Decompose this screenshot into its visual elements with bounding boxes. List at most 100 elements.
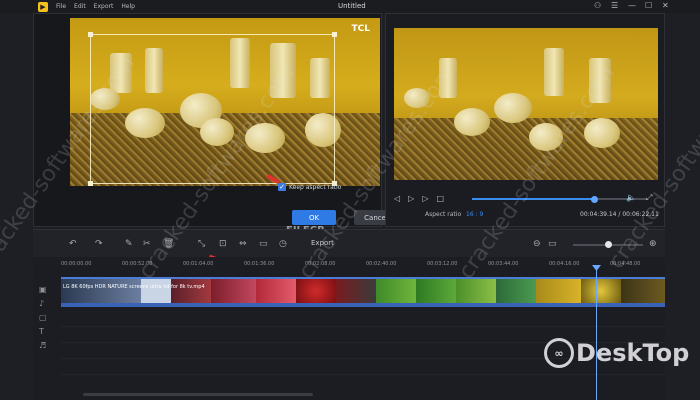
clip-thumbnail (336, 279, 376, 303)
stop-icon[interactable]: □ (436, 194, 444, 203)
crop-handle-bottom-left[interactable] (88, 181, 93, 186)
yarn-ball (494, 93, 532, 123)
redo-icon[interactable]: ↷ (95, 239, 103, 249)
seek-progress-fill (472, 198, 595, 200)
fullscreen-icon[interactable]: ⤢ (646, 193, 652, 203)
crop-icon[interactable]: ⤡ (198, 239, 205, 249)
clip-thumbnail (536, 279, 581, 303)
ruler-tick: 00:00:52.00 (122, 261, 153, 267)
prev-frame-icon[interactable]: ◁ (394, 194, 400, 203)
overlay-track-icon: ▢ (39, 313, 47, 322)
player-controls: ◁ ▷ ▷ □ 🔈 ⤢ (394, 191, 658, 205)
keep-aspect-label: Keep aspect ratio (289, 183, 342, 191)
close-icon[interactable]: ✕ (662, 1, 669, 10)
delete-icon[interactable]: 🗑 (163, 239, 174, 249)
split-icon[interactable]: ⇔ (239, 239, 247, 249)
play-icon[interactable]: ▷ (408, 194, 414, 203)
maximize-icon[interactable]: ☐ (645, 1, 652, 10)
export-button[interactable]: Export (311, 239, 334, 247)
app-window: ▶ File Edit Export Help Untitled ⚇ ☰ — ☐… (0, 0, 700, 400)
duration-icon[interactable]: ◷ (279, 239, 287, 249)
ruler-tick: 00:01:04.00 (183, 261, 214, 267)
aspect-ratio-label: Aspect ratio (425, 211, 462, 218)
clip-thumbnail (376, 279, 416, 303)
crop-editor-panel: TCL ✓ Keep aspect ratio OK Cancel FILECR (33, 13, 398, 236)
clip-thumbnail (621, 279, 665, 303)
window-title: Untitled (338, 2, 366, 10)
empty-track[interactable] (61, 311, 665, 327)
fit-icon[interactable]: ▭ (548, 239, 557, 249)
zoom-in-icon[interactable]: ⊕ (649, 239, 657, 249)
ok-button[interactable]: OK (292, 210, 336, 225)
freeze-frame-icon[interactable]: ▭ (259, 239, 268, 249)
ruler-tick: 00:02:40.00 (366, 261, 397, 267)
track-icons: ▣ ♪ ▢ T ♬ (39, 285, 57, 355)
clip-thumbnail (581, 279, 621, 303)
account-icon[interactable]: ⚇ (594, 1, 601, 10)
time-readout: 00:04:39.14 / 00:06:22.11 (580, 211, 659, 218)
menu-export[interactable]: Export (94, 3, 114, 10)
clip-thumbnail (141, 279, 171, 303)
menu-help[interactable]: Help (121, 3, 135, 10)
brand-watermark-text: DeskTop (576, 339, 690, 367)
volume-icon[interactable]: 🔈 (626, 193, 636, 202)
ruler-tick: 00:04:16.00 (549, 261, 580, 267)
undo-icon[interactable]: ↶ (69, 239, 77, 249)
zoom-out-icon[interactable]: ⊖ (533, 239, 541, 249)
ruler-tick: 00:04:48.00 (610, 261, 641, 267)
clip-thumbnail (456, 279, 496, 303)
yarn-ball (454, 108, 490, 136)
crop-handle-top-left[interactable] (88, 32, 93, 37)
menu-edit[interactable]: Edit (74, 3, 86, 10)
tcl-badge: TCL (351, 24, 370, 34)
music-track-icon: ♬ (39, 341, 47, 350)
crop-handle-top-right[interactable] (332, 32, 337, 37)
clip-label: LG 8K 60fps HDR NATURE screens ultra hd … (63, 284, 205, 290)
cut-icon[interactable]: ✂ (143, 239, 151, 249)
audio-track-icon: ♪ (39, 299, 45, 308)
text-track-icon: T (39, 327, 44, 336)
video-clip[interactable]: LG 8K 60fps HDR NATURE screens ultra hd … (61, 277, 665, 303)
preview-panel: ◁ ▷ ▷ □ 🔈 ⤢ (385, 13, 665, 227)
ruler-tick: 00:01:36.00 (244, 261, 275, 267)
video-track-icon: ▣ (39, 285, 47, 294)
minimize-icon[interactable]: — (628, 1, 636, 10)
spool-shape (544, 48, 564, 96)
checkbox-check-icon: ✓ (278, 183, 286, 191)
clip-thumbnail (296, 279, 336, 303)
clip-thumbnail (496, 279, 536, 303)
yarn-ball (584, 118, 620, 148)
keep-aspect-checkbox[interactable]: ✓ Keep aspect ratio (278, 183, 341, 191)
crop-frame[interactable] (88, 32, 337, 186)
aspect-ratio-select[interactable]: 16 : 9 (466, 211, 483, 218)
preview-video-frame (394, 28, 658, 180)
clip-thumbnail (416, 279, 456, 303)
seek-bar[interactable] (472, 195, 647, 203)
ruler-tick: 00:00:00.00 (61, 261, 92, 267)
menu-file[interactable]: File (56, 3, 66, 10)
next-frame-icon[interactable]: ▷ (422, 194, 428, 203)
brand-watermark: ∞ DeskTop (544, 338, 689, 368)
zoom-handle[interactable] (604, 241, 612, 248)
zoom-slider[interactable] (573, 241, 643, 248)
audio-waveform[interactable] (61, 303, 665, 307)
timeline: 00:00:00.00 00:00:52.00 00:01:04.00 00:0… (33, 257, 665, 400)
menu-icon[interactable]: ☰ (611, 1, 618, 10)
ruler-tick: 00:02:08.00 (305, 261, 336, 267)
mosaic-icon[interactable]: ⊡ (219, 239, 227, 249)
spool-shape (589, 58, 611, 103)
ruler-tick: 00:03:12.00 (427, 261, 458, 267)
time-ruler[interactable]: 00:00:00.00 00:00:52.00 00:01:04.00 00:0… (61, 257, 665, 275)
edit-icon[interactable]: ✎ (125, 239, 133, 249)
playhead[interactable] (596, 267, 597, 400)
title-bar: ▶ File Edit Export Help Untitled ⚇ ☰ — ☐… (0, 0, 700, 13)
clip-thumbnail (171, 279, 211, 303)
seek-handle[interactable] (591, 195, 598, 203)
timeline-scrollbar[interactable] (83, 393, 313, 396)
edit-toolbar: ↶ ↷ ✎ ✂ 🗑 ⤡ ⊡ ⇔ ▭ ◷ Export ⊖ ▭ ⊕ (33, 229, 665, 264)
aspect-ratio-row: Aspect ratio 16 : 9 (425, 211, 483, 218)
clip-thumbnail (61, 279, 141, 303)
clip-thumbnail (211, 279, 256, 303)
app-logo-icon: ▶ (38, 1, 48, 12)
clip-thumbnail (256, 279, 296, 303)
